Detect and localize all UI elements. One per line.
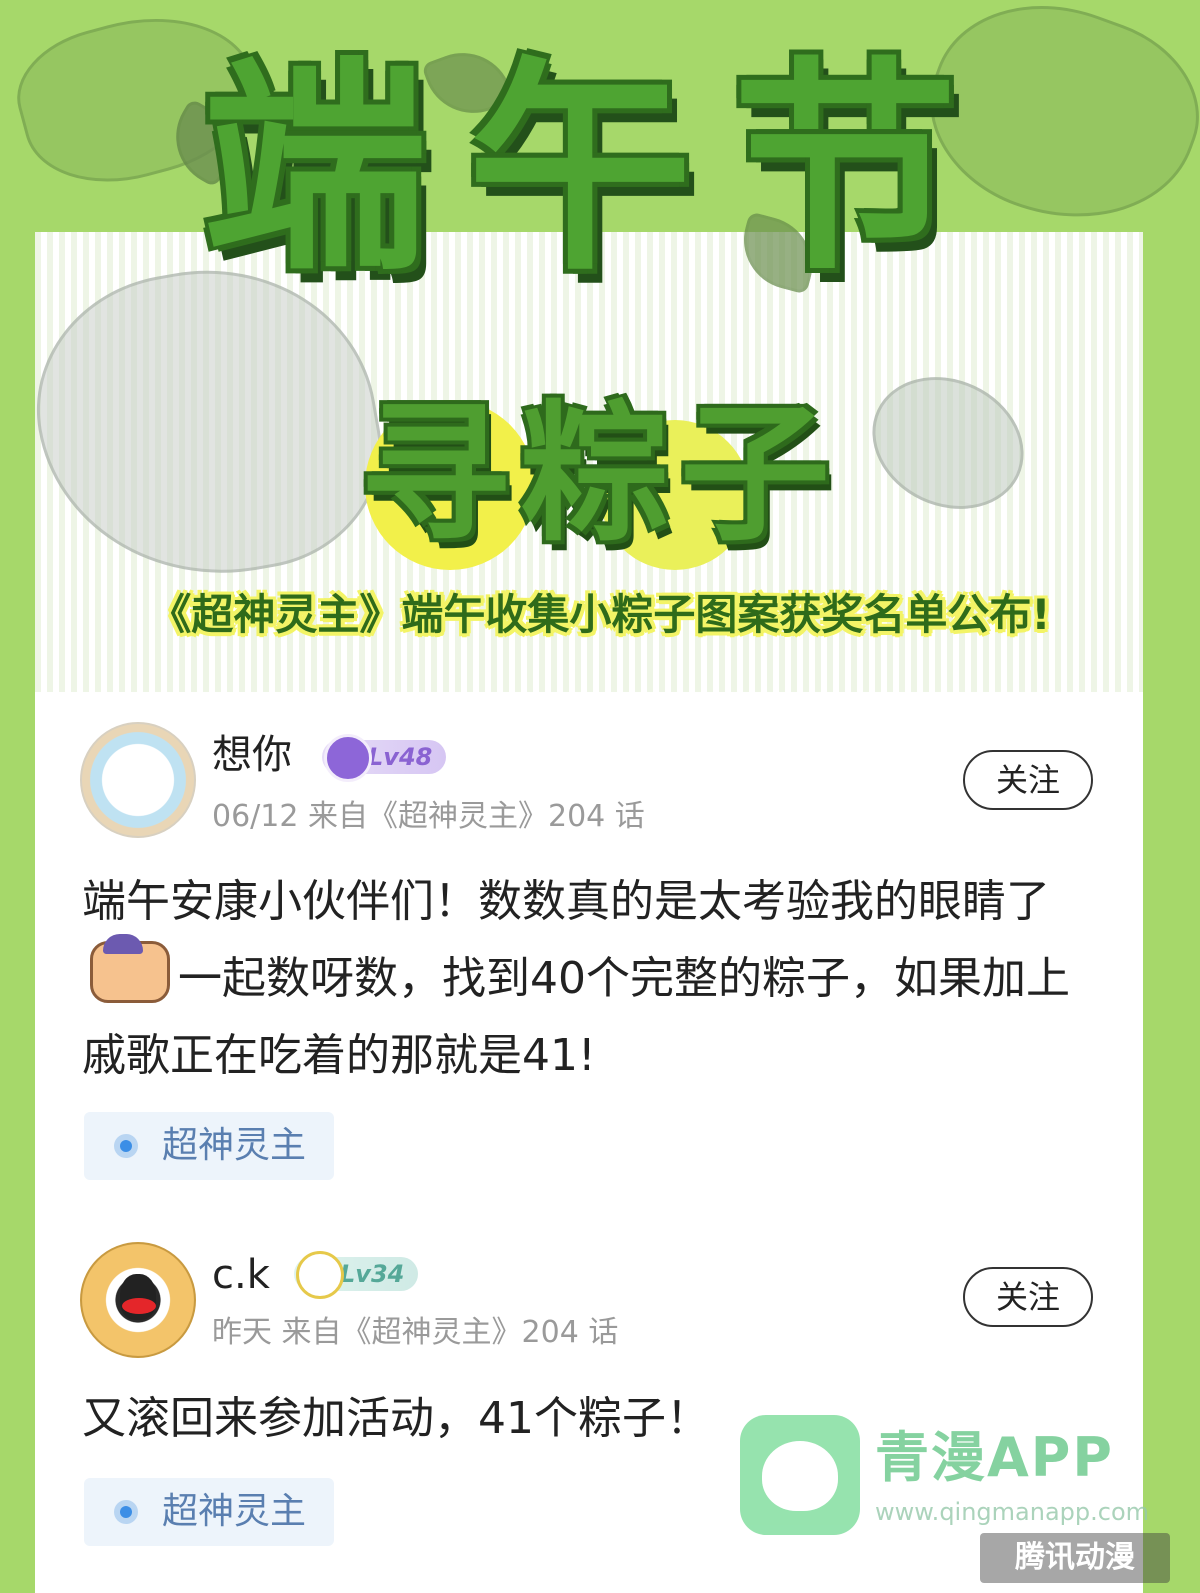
post-meta: 昨天 来自《超神灵主》204 话: [212, 1315, 619, 1350]
username[interactable]: c.k: [212, 1250, 270, 1300]
banner-subtitle: 寻粽子: [359, 388, 840, 562]
announcement-headline: 《超神灵主》端午收集小粽子图案获奖名单公布!: [149, 590, 1051, 639]
level-badge-icon: [324, 734, 372, 782]
topic-dot-icon: [114, 1134, 138, 1158]
avatar[interactable]: [80, 1242, 196, 1358]
follow-button[interactable]: 关注: [963, 750, 1093, 810]
crown-badge-icon: [296, 1251, 344, 1299]
comment-text: 端午安康小伙伴们！数数真的是太考验我的眼睛了一起数呀数，找到40个完整的粽子，如…: [82, 876, 1070, 1081]
username[interactable]: 想你: [212, 730, 292, 780]
watermark-corner-logo: 腾讯动漫: [980, 1533, 1170, 1583]
follow-button[interactable]: 关注: [963, 1267, 1093, 1327]
post-meta: 06/12 来自《超神灵主》204 话: [212, 799, 645, 834]
topic-tag[interactable]: 超神灵主: [84, 1112, 334, 1180]
sticker-emoji-icon: [90, 934, 170, 1003]
topic-tag[interactable]: 超神灵主: [84, 1478, 334, 1546]
watermark-title: 青漫APP: [875, 1426, 1114, 1489]
banner-title: 端午节: [202, 39, 998, 301]
topic-dot-icon: [114, 1500, 138, 1524]
cat-app-icon: [740, 1415, 860, 1535]
app-watermark: 青漫APP www.qingmanapp.com 腾讯动漫: [740, 1415, 1180, 1585]
avatar[interactable]: [80, 722, 196, 838]
penguin-beak-icon: [122, 1298, 156, 1314]
level-badge: Lv34: [294, 1251, 419, 1299]
watermark-url: www.qingmanapp.com: [875, 1498, 1150, 1526]
level-badge: Lv48: [322, 734, 447, 782]
